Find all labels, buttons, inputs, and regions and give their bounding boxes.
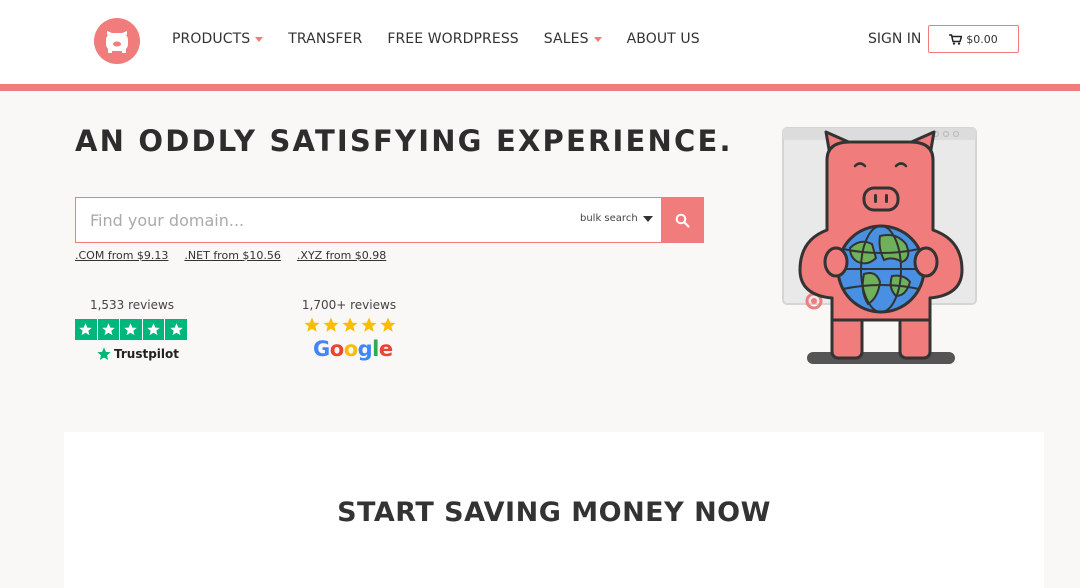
caret-down-icon: [255, 37, 264, 42]
nav-about-us-label: ABOUT US: [626, 31, 700, 47]
main-nav: PRODUCTS TRANSFER FREE WORDPRESS SALES A…: [172, 31, 725, 47]
cart-button[interactable]: $0.00: [928, 25, 1019, 53]
nav-free-wordpress-label: FREE WORDPRESS: [387, 31, 519, 47]
nav-about-us[interactable]: ABOUT US: [627, 31, 700, 47]
sign-in-link[interactable]: SIGN IN: [868, 31, 921, 47]
tld-com-link[interactable]: .COM from $9.13: [75, 249, 168, 262]
star-icon: [380, 317, 396, 332]
pig-logo-icon[interactable]: [94, 18, 140, 64]
domain-search-box: bulk search: [75, 197, 661, 243]
pig-globe-illustration: [780, 120, 980, 370]
star-icon: [304, 317, 320, 332]
star-icon: [97, 347, 111, 360]
trustpilot-review-count: 1,533 reviews: [89, 298, 175, 312]
tld-price-list: .COM from $9.13 .NET from $10.56 .XYZ fr…: [75, 249, 402, 262]
star-icon: [361, 317, 377, 332]
google-review-count: 1,700+ reviews: [301, 298, 397, 312]
nav-transfer[interactable]: TRANSFER: [288, 31, 362, 47]
trustpilot-logo[interactable]: Trustpilot: [96, 346, 179, 362]
bulk-search-toggle[interactable]: bulk search: [580, 213, 653, 224]
nav-free-wordpress[interactable]: FREE WORDPRESS: [387, 31, 518, 47]
trustpilot-rating[interactable]: [75, 319, 188, 340]
star-icon: [120, 319, 142, 340]
google-rating[interactable]: [303, 316, 398, 334]
nav-products-label: PRODUCTS: [172, 31, 251, 47]
savings-section-title: START SAVING MONEY NOW: [337, 497, 771, 528]
star-icon: [342, 317, 358, 332]
caret-down-icon: [593, 37, 602, 42]
tld-xyz-link[interactable]: .XYZ from $0.98: [297, 249, 386, 262]
google-logo[interactable]: Google: [313, 337, 393, 361]
star-icon: [142, 319, 165, 340]
star-icon: [165, 319, 187, 340]
cart-total: $0.00: [966, 32, 998, 46]
domain-search-input[interactable]: [76, 198, 556, 242]
tld-net-link[interactable]: .NET from $10.56: [184, 249, 280, 262]
search-button[interactable]: [661, 197, 704, 243]
cart-icon: [949, 33, 963, 45]
search-icon: [675, 213, 690, 228]
nav-sales-label: SALES: [543, 31, 589, 47]
star-icon: [75, 319, 97, 340]
hero-title: AN ODDLY SATISFYING EXPERIENCE.: [75, 124, 733, 158]
nav-products[interactable]: PRODUCTS: [172, 31, 264, 47]
star-icon: [97, 319, 120, 340]
trustpilot-brand-label: Trustpilot: [114, 347, 180, 361]
site-header: PRODUCTS TRANSFER FREE WORDPRESS SALES A…: [0, 0, 1080, 84]
caret-down-icon: [642, 215, 653, 222]
nav-sales[interactable]: SALES: [544, 31, 602, 47]
star-icon: [323, 317, 339, 332]
bulk-search-label: bulk search: [580, 213, 638, 224]
nav-transfer-label: TRANSFER: [288, 31, 363, 47]
header-accent-bar: [0, 84, 1080, 91]
